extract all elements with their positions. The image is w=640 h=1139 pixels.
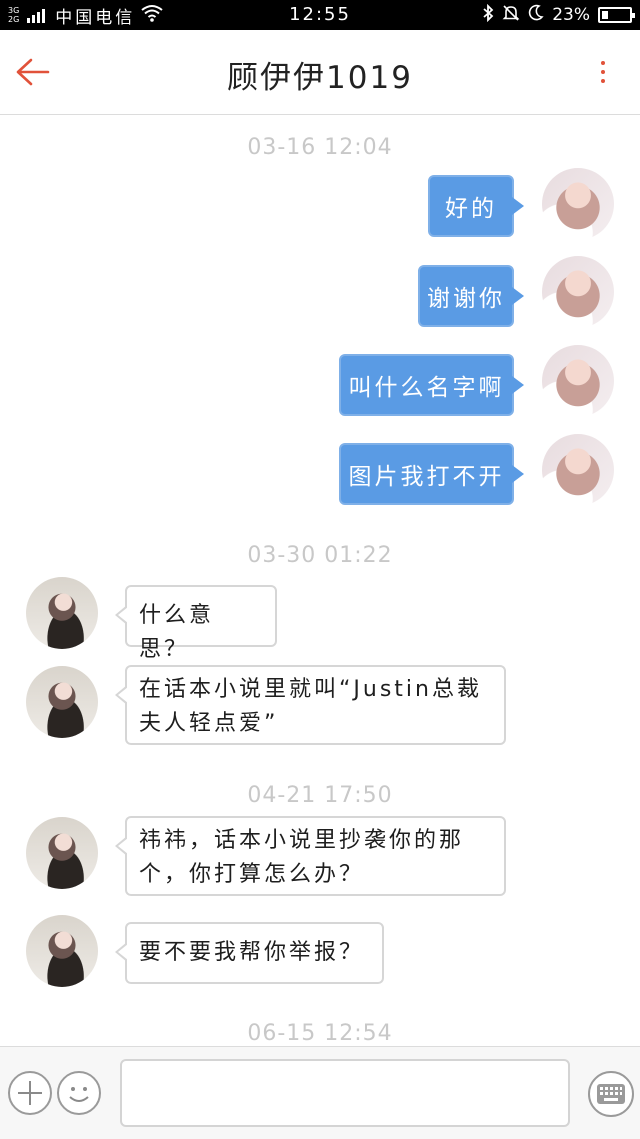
battery-icon <box>598 7 635 23</box>
timestamp: 03-30 01:22 <box>247 543 393 568</box>
my-avatar[interactable] <box>542 256 614 328</box>
battery-percent: 23% <box>552 5 590 25</box>
contact-avatar[interactable] <box>26 577 98 649</box>
outgoing-message[interactable]: 图片我打不开 <box>339 443 524 505</box>
incoming-message[interactable]: 在话本小说里就叫“Justin总裁夫人轻点爱” <box>115 665 506 745</box>
status-bar: 3G 2G 中国电信 12:55 23% <box>0 0 640 30</box>
mute-icon <box>502 4 520 27</box>
incoming-message[interactable]: 祎祎，话本小说里抄袭你的那个，你打算怎么办？ <box>115 816 506 896</box>
message-input[interactable] <box>120 1059 570 1127</box>
outgoing-message[interactable]: 谢谢你 <box>418 265 524 327</box>
keyboard-button[interactable] <box>588 1071 634 1117</box>
timestamp: 04-21 17:50 <box>247 783 393 808</box>
plus-icon <box>18 1081 42 1105</box>
input-bar <box>0 1046 640 1139</box>
timestamp: 06-15 12:54 <box>247 1021 393 1045</box>
my-avatar[interactable] <box>542 345 614 417</box>
battery-level <box>602 11 608 19</box>
my-avatar[interactable] <box>542 434 614 506</box>
contact-avatar[interactable] <box>26 817 98 889</box>
incoming-message[interactable]: 什么意思？ <box>115 585 277 662</box>
emoji-icon <box>69 1087 89 1102</box>
moon-icon <box>528 4 544 27</box>
incoming-message[interactable]: 要不要我帮你举报？ <box>115 922 384 984</box>
keyboard-icon <box>597 1084 625 1104</box>
outgoing-message[interactable]: 叫什么名字啊 <box>339 354 524 416</box>
add-button[interactable] <box>8 1071 52 1115</box>
contact-avatar[interactable] <box>26 666 98 738</box>
emoji-button[interactable] <box>57 1071 101 1115</box>
my-avatar[interactable] <box>542 168 614 240</box>
outgoing-message[interactable]: 好的 <box>428 175 524 237</box>
chat-header: 顾伊伊1019 <box>0 30 640 115</box>
more-options-button[interactable] <box>588 54 618 90</box>
chat-title: 顾伊伊1019 <box>227 60 413 96</box>
timestamp: 03-16 12:04 <box>247 135 393 160</box>
contact-avatar[interactable] <box>26 915 98 987</box>
bluetooth-icon <box>482 3 494 27</box>
message-list[interactable]: 03-16 12:04 好的 谢谢你 叫什么名字啊 图片我打不开 03-30 0… <box>0 115 640 1045</box>
more-vertical-icon <box>601 61 605 65</box>
